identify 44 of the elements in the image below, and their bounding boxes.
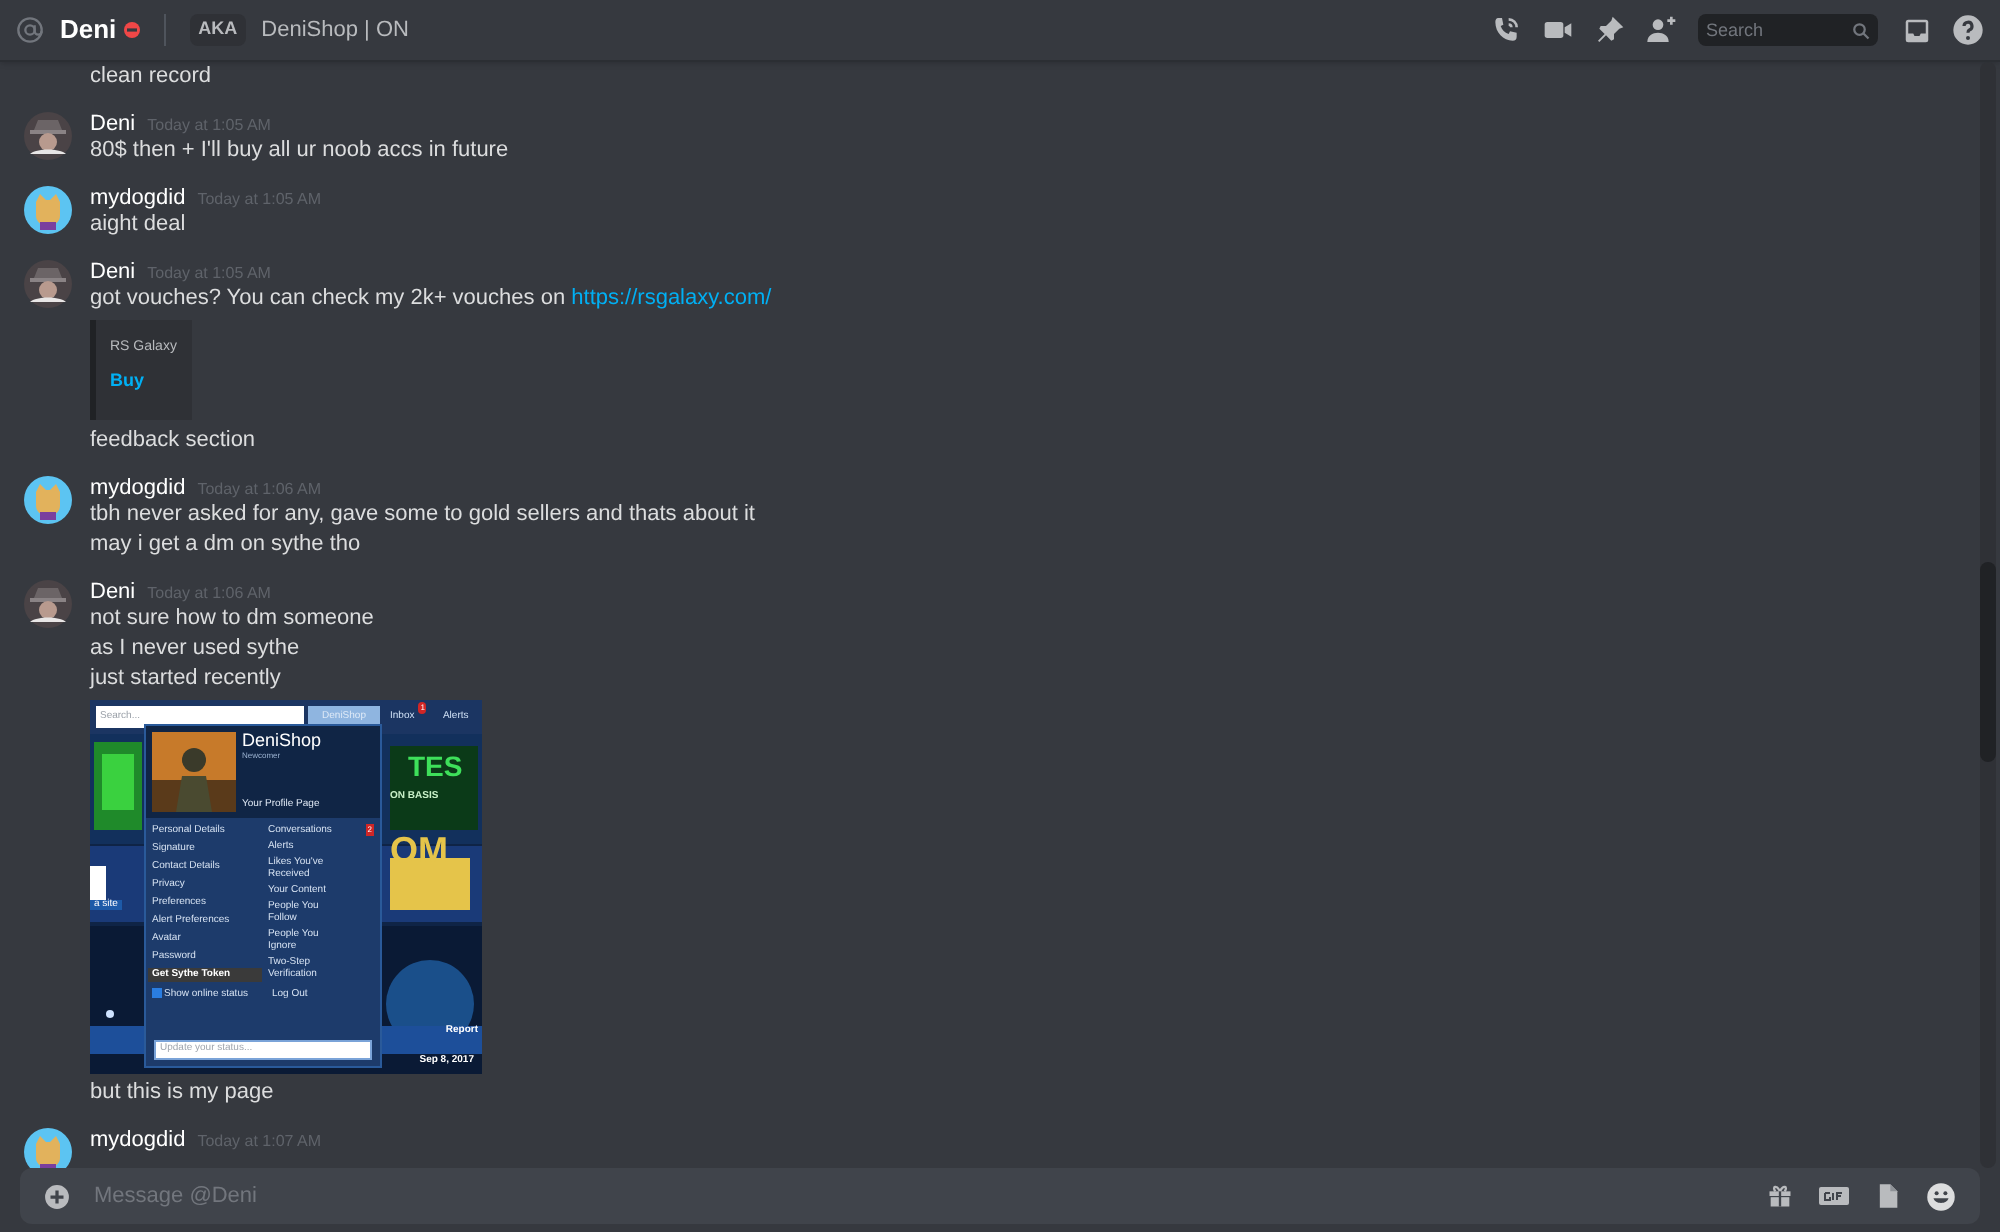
gift-icon[interactable] bbox=[1766, 1182, 1794, 1210]
username[interactable]: mydogdid bbox=[90, 472, 186, 505]
menu-username: DeniShop bbox=[242, 732, 322, 750]
scrollbar-thumb[interactable] bbox=[1980, 562, 1996, 762]
aka-names: DeniShop | ON bbox=[261, 15, 409, 46]
channel-title: Deni bbox=[60, 12, 117, 49]
avatar-icon[interactable] bbox=[24, 476, 72, 524]
help-icon[interactable] bbox=[1952, 14, 1984, 46]
username[interactable]: Deni bbox=[90, 108, 136, 141]
checkbox[interactable] bbox=[152, 988, 162, 998]
add-friend-icon[interactable] bbox=[1646, 14, 1678, 46]
pin-icon[interactable] bbox=[1594, 14, 1626, 46]
username[interactable]: mydogdid bbox=[90, 182, 186, 215]
file-icon[interactable] bbox=[1874, 1182, 1902, 1210]
add-icon[interactable] bbox=[44, 1183, 70, 1209]
aka-tag: AKA bbox=[190, 14, 246, 46]
link[interactable]: https://rsgalaxy.com/ bbox=[571, 286, 772, 310]
embed-title[interactable]: Buy bbox=[110, 367, 192, 394]
message-text: just started recently bbox=[90, 664, 283, 694]
profile-picture-icon bbox=[152, 732, 236, 812]
username[interactable]: Deni bbox=[90, 256, 136, 289]
message-text: may i get a dm on sythe tho bbox=[90, 530, 363, 560]
avatar-icon[interactable] bbox=[24, 580, 72, 628]
message-text: feedback section bbox=[90, 426, 258, 456]
emoji-icon[interactable] bbox=[1926, 1181, 1956, 1211]
message-text: not sure how to dm someone bbox=[90, 604, 376, 634]
inbox-icon[interactable] bbox=[1902, 15, 1932, 45]
search-field[interactable]: Search bbox=[1698, 14, 1878, 46]
at-sign-icon bbox=[16, 16, 44, 44]
avatar-icon[interactable] bbox=[24, 260, 72, 308]
avatar-icon[interactable] bbox=[24, 112, 72, 160]
username[interactable]: mydogdid bbox=[90, 1124, 186, 1157]
message-text: got vouches? You can check my 2k+ vouches on https://rsgalaxy.com/ bbox=[90, 284, 772, 314]
avatar-icon[interactable] bbox=[24, 186, 72, 234]
banner-text: TES bbox=[406, 752, 465, 780]
username[interactable]: Deni bbox=[90, 576, 136, 609]
message-text: as I never used sythe bbox=[90, 634, 302, 664]
message-text: clean record bbox=[90, 62, 212, 92]
message-text: tbh never asked for any, gave some to gold sellers and thats about it bbox=[90, 500, 755, 530]
phone-call-icon[interactable] bbox=[1490, 14, 1522, 46]
message-text: 80$ then + I'll buy all ur noob accs in future bbox=[90, 136, 509, 166]
message-text: aight deal bbox=[90, 210, 188, 240]
gif-icon[interactable] bbox=[1818, 1182, 1850, 1210]
message-text: but this is my page bbox=[90, 1078, 276, 1108]
